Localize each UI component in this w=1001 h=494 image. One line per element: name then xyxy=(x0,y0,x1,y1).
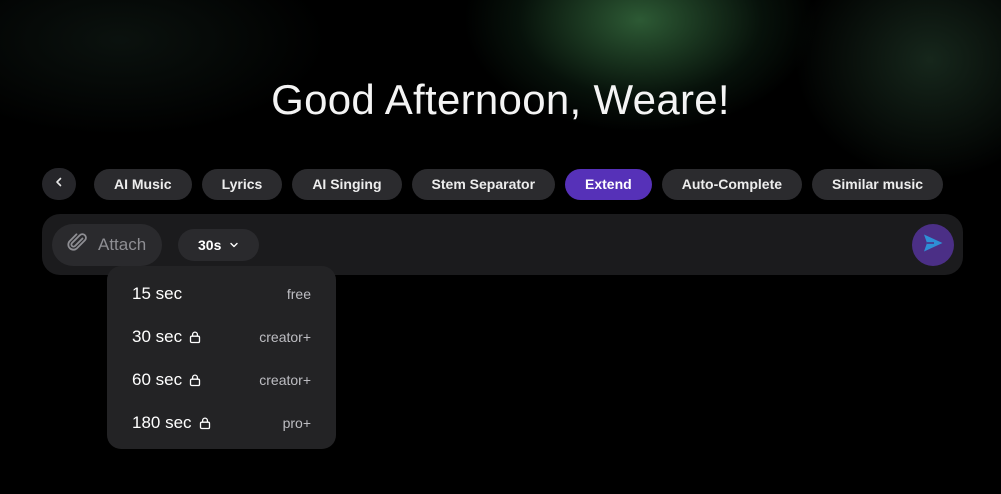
tab-stem-separator[interactable]: Stem Separator xyxy=(411,168,556,200)
duration-dropdown: 15 sec free 30 sec creator+ 60 sec creat… xyxy=(107,266,336,449)
send-button[interactable] xyxy=(912,224,954,266)
mode-tabs: AI Music Lyrics AI Singing Stem Separato… xyxy=(42,168,953,200)
tab-lyrics[interactable]: Lyrics xyxy=(201,168,283,200)
duration-select[interactable]: 30s xyxy=(178,229,260,261)
chevron-left-icon xyxy=(53,175,65,193)
duration-option-15[interactable]: 15 sec free xyxy=(107,272,336,315)
app-stage: Good Afternoon, Weare! AI Music Lyrics A… xyxy=(0,0,1001,494)
option-label: 180 sec xyxy=(132,412,192,432)
duration-option-60[interactable]: 60 sec creator+ xyxy=(107,358,336,401)
option-tier: creator+ xyxy=(259,371,311,388)
tab-label: Extend xyxy=(585,176,632,192)
duration-option-180[interactable]: 180 sec pro+ xyxy=(107,401,336,444)
lock-icon xyxy=(188,330,202,344)
tab-label: Lyrics xyxy=(221,176,263,192)
lock-icon xyxy=(188,373,202,387)
scroll-back-button[interactable] xyxy=(42,168,76,200)
duration-value: 30s xyxy=(198,237,222,253)
tab-auto-complete[interactable]: Auto-Complete xyxy=(661,168,803,200)
tab-label: AI Singing xyxy=(312,176,382,192)
attach-button[interactable]: Attach xyxy=(52,224,163,266)
tab-ai-singing[interactable]: AI Singing xyxy=(292,168,402,200)
send-icon xyxy=(921,231,945,260)
tab-similar-music[interactable]: Similar music xyxy=(812,168,944,200)
paperclip-icon xyxy=(66,231,90,260)
greeting-title: Good Afternoon, Weare! xyxy=(271,76,730,123)
duration-option-30[interactable]: 30 sec creator+ xyxy=(107,315,336,358)
tab-extend[interactable]: Extend xyxy=(565,168,652,200)
tab-label: Similar music xyxy=(832,176,924,192)
lock-icon xyxy=(198,416,212,430)
tab-label: Auto-Complete xyxy=(681,176,783,192)
option-label: 30 sec xyxy=(132,326,183,346)
tab-label: AI Music xyxy=(114,176,172,192)
option-tier: pro+ xyxy=(282,414,311,431)
option-label: 60 sec xyxy=(132,369,183,389)
option-tier: free xyxy=(286,285,311,302)
tab-ai-music[interactable]: AI Music xyxy=(94,168,192,200)
option-tier: creator+ xyxy=(259,328,311,345)
chevron-down-icon xyxy=(229,237,239,253)
tab-label: Stem Separator xyxy=(431,176,536,192)
option-label: 15 sec xyxy=(132,283,183,303)
attach-label: Attach xyxy=(98,235,147,254)
